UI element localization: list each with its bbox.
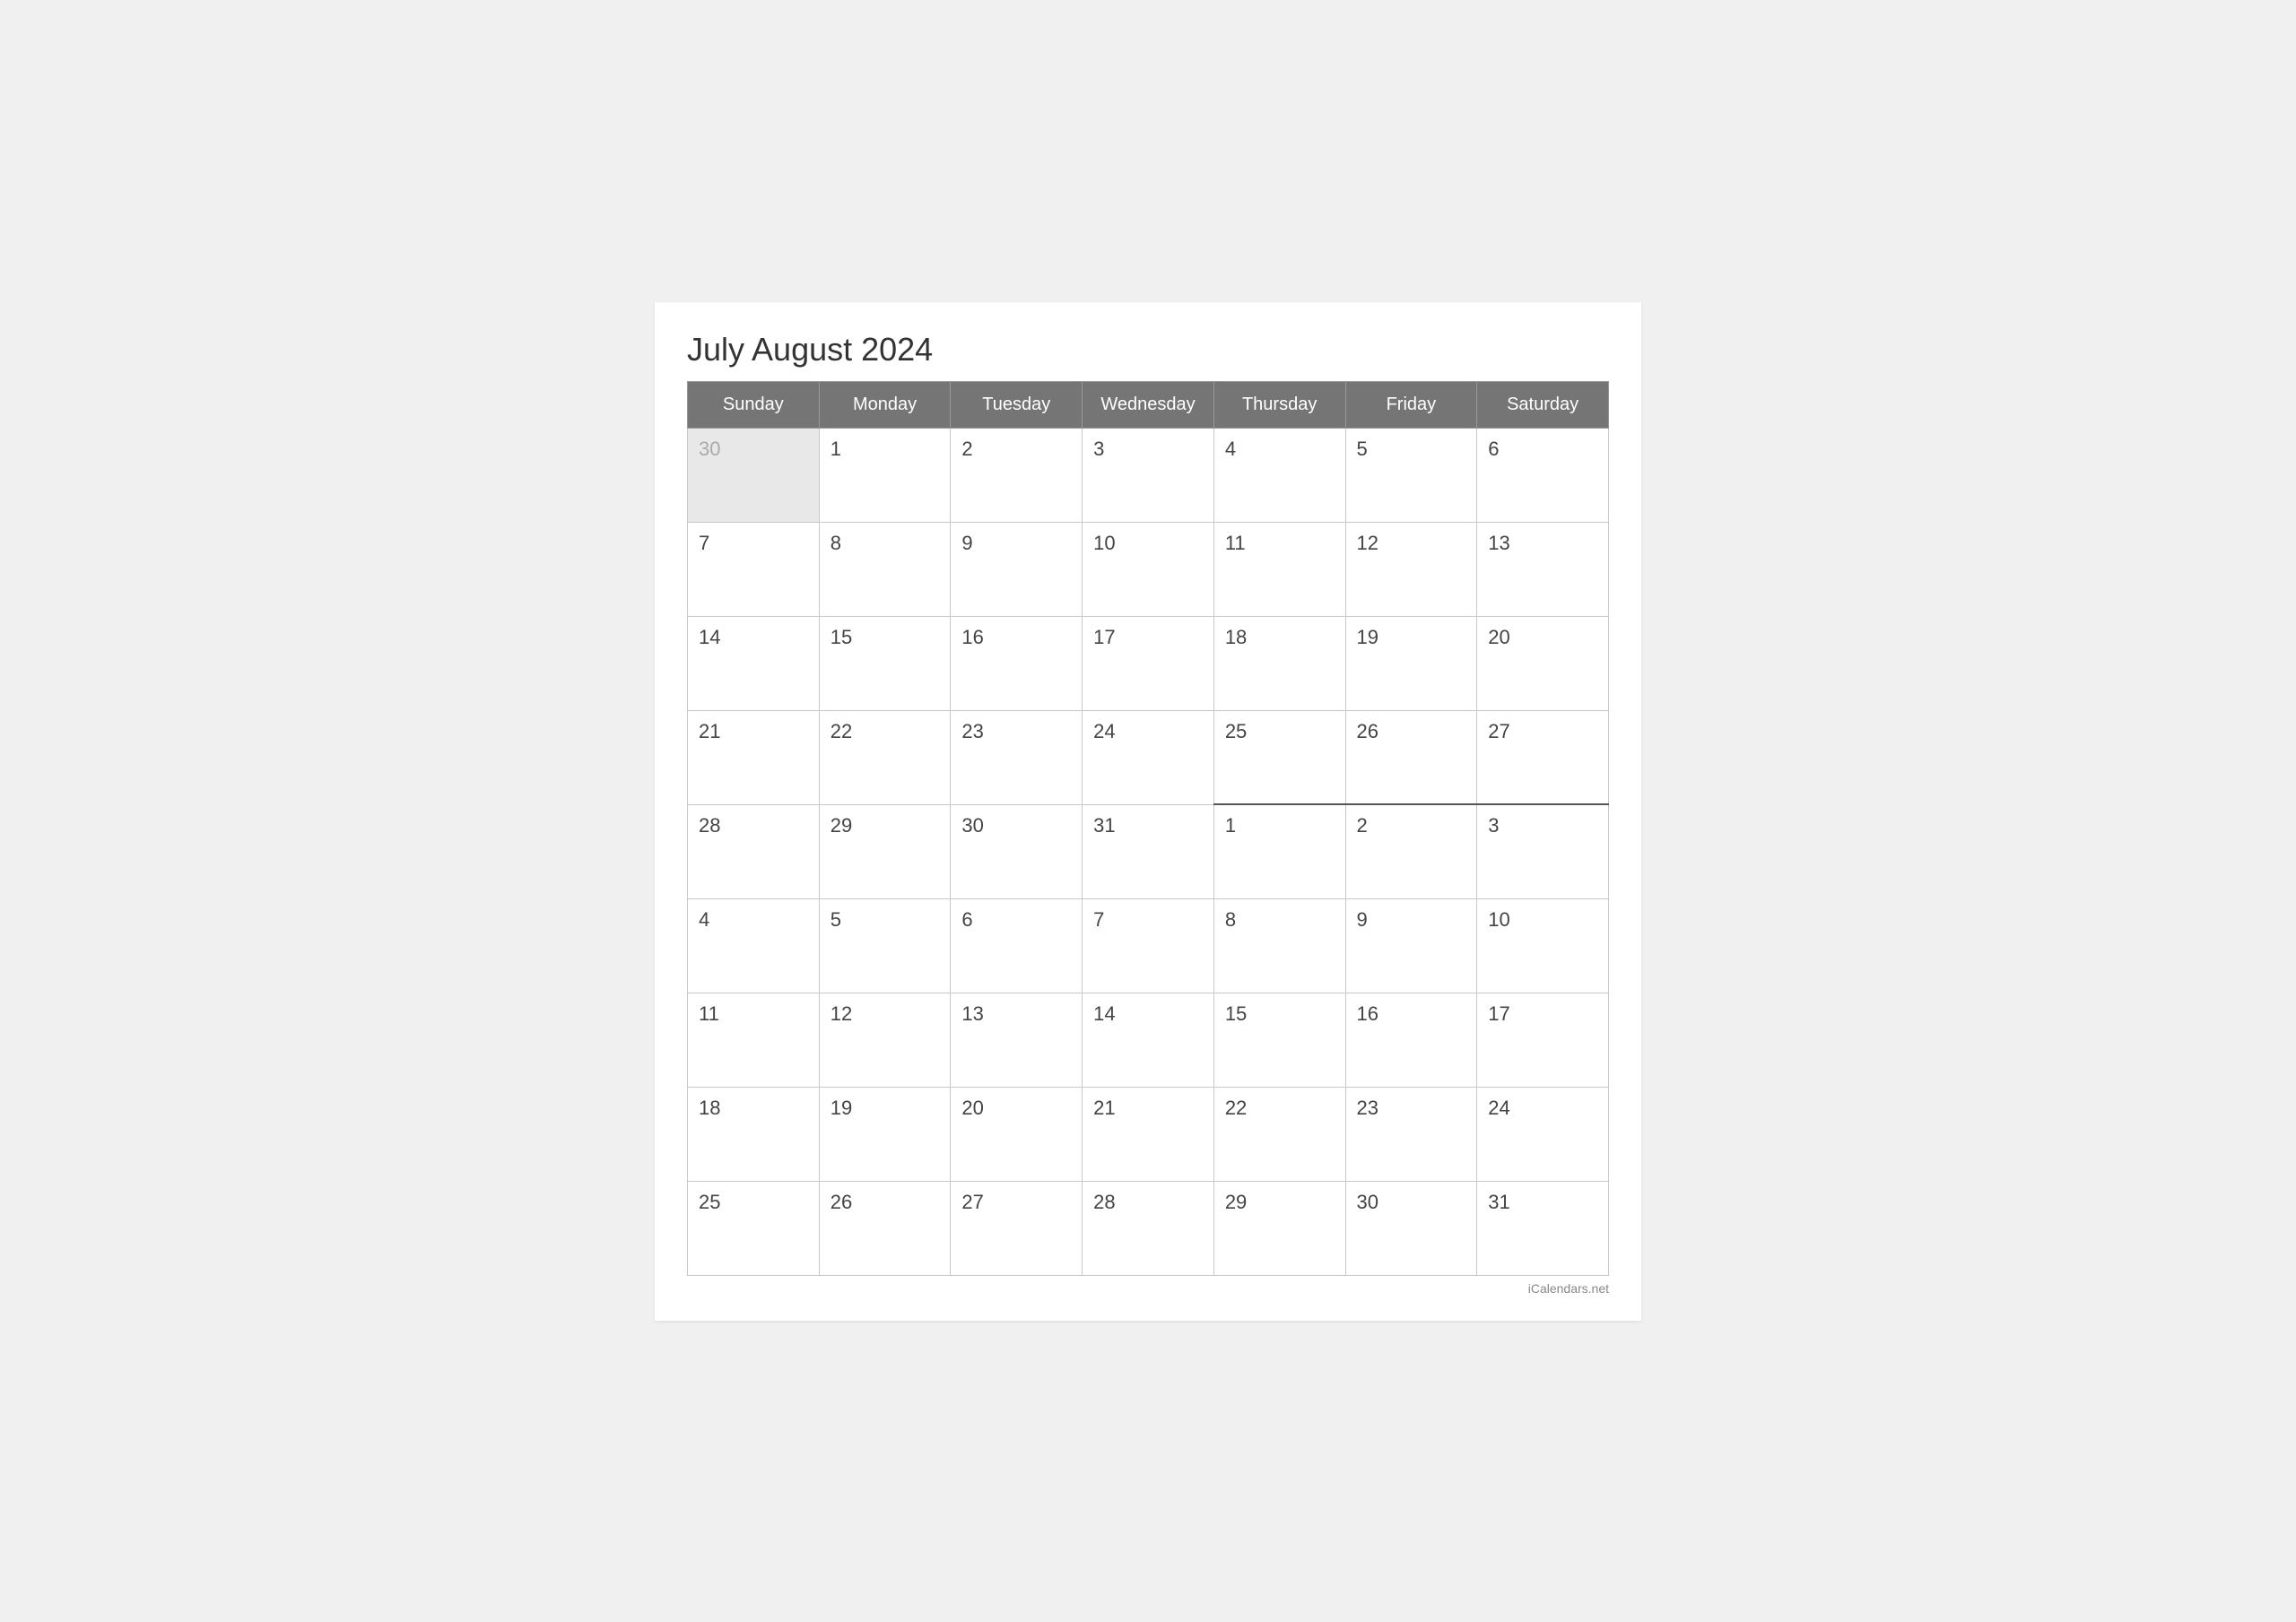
header-cell-friday: Friday: [1345, 381, 1477, 428]
header-cell-sunday: Sunday: [688, 381, 820, 428]
calendar-cell[interactable]: 4: [1213, 428, 1345, 522]
calendar-cell[interactable]: 19: [819, 1087, 951, 1181]
calendar-cell[interactable]: 9: [951, 522, 1083, 616]
calendar-cell[interactable]: 11: [1213, 522, 1345, 616]
calendar-cell[interactable]: 9: [1345, 898, 1477, 993]
calendar-cell[interactable]: 30: [951, 804, 1083, 898]
calendar-cell[interactable]: 25: [1213, 710, 1345, 804]
calendar-cell[interactable]: 4: [688, 898, 820, 993]
calendar-cell[interactable]: 18: [688, 1087, 820, 1181]
calendar-cell[interactable]: 21: [1083, 1087, 1214, 1181]
calendar-body: 3012345678910111213141516171819202122232…: [688, 428, 1609, 1275]
header-cell-saturday: Saturday: [1477, 381, 1609, 428]
calendar-cell[interactable]: 6: [951, 898, 1083, 993]
calendar-cell[interactable]: 26: [1345, 710, 1477, 804]
calendar-cell[interactable]: 17: [1477, 993, 1609, 1087]
calendar-cell[interactable]: 11: [688, 993, 820, 1087]
calendar-cell[interactable]: 13: [1477, 522, 1609, 616]
calendar-cell[interactable]: 8: [819, 522, 951, 616]
calendar-header: SundayMondayTuesdayWednesdayThursdayFrid…: [688, 381, 1609, 428]
footer-text: iCalendars.net: [687, 1281, 1609, 1296]
calendar-cell[interactable]: 10: [1477, 898, 1609, 993]
calendar-cell[interactable]: 3: [1477, 804, 1609, 898]
calendar-cell[interactable]: 14: [1083, 993, 1214, 1087]
calendar-cell[interactable]: 2: [1345, 804, 1477, 898]
week-row-5: 45678910: [688, 898, 1609, 993]
calendar-cell[interactable]: 29: [1213, 1181, 1345, 1275]
calendar-cell[interactable]: 7: [1083, 898, 1214, 993]
calendar-cell[interactable]: 1: [1213, 804, 1345, 898]
calendar-cell[interactable]: 23: [951, 710, 1083, 804]
calendar-cell[interactable]: 20: [1477, 616, 1609, 710]
calendar-cell[interactable]: 28: [688, 804, 820, 898]
header-row: SundayMondayTuesdayWednesdayThursdayFrid…: [688, 381, 1609, 428]
header-cell-tuesday: Tuesday: [951, 381, 1083, 428]
calendar-cell[interactable]: 27: [951, 1181, 1083, 1275]
calendar-cell[interactable]: 7: [688, 522, 820, 616]
calendar-cell[interactable]: 12: [1345, 522, 1477, 616]
week-row-2: 14151617181920: [688, 616, 1609, 710]
calendar-cell[interactable]: 15: [1213, 993, 1345, 1087]
week-row-8: 25262728293031: [688, 1181, 1609, 1275]
calendar-cell[interactable]: 23: [1345, 1087, 1477, 1181]
calendar-cell[interactable]: 30: [688, 428, 820, 522]
calendar-cell[interactable]: 5: [1345, 428, 1477, 522]
calendar-cell[interactable]: 24: [1083, 710, 1214, 804]
calendar-cell[interactable]: 21: [688, 710, 820, 804]
calendar-cell[interactable]: 5: [819, 898, 951, 993]
calendar-cell[interactable]: 8: [1213, 898, 1345, 993]
calendar-table: SundayMondayTuesdayWednesdayThursdayFrid…: [687, 381, 1609, 1276]
calendar-cell[interactable]: 31: [1477, 1181, 1609, 1275]
calendar-cell[interactable]: 25: [688, 1181, 820, 1275]
calendar-cell[interactable]: 26: [819, 1181, 951, 1275]
calendar-cell[interactable]: 17: [1083, 616, 1214, 710]
calendar-cell[interactable]: 14: [688, 616, 820, 710]
calendar-cell[interactable]: 20: [951, 1087, 1083, 1181]
calendar-cell[interactable]: 3: [1083, 428, 1214, 522]
week-row-7: 18192021222324: [688, 1087, 1609, 1181]
calendar-cell[interactable]: 16: [1345, 993, 1477, 1087]
calendar-cell[interactable]: 2: [951, 428, 1083, 522]
calendar-cell[interactable]: 15: [819, 616, 951, 710]
header-cell-monday: Monday: [819, 381, 951, 428]
week-row-3: 21222324252627: [688, 710, 1609, 804]
calendar-cell[interactable]: 13: [951, 993, 1083, 1087]
week-row-4: 28293031123: [688, 804, 1609, 898]
calendar-cell[interactable]: 22: [1213, 1087, 1345, 1181]
header-cell-wednesday: Wednesday: [1083, 381, 1214, 428]
calendar-cell[interactable]: 27: [1477, 710, 1609, 804]
calendar-cell[interactable]: 28: [1083, 1181, 1214, 1275]
calendar-cell[interactable]: 29: [819, 804, 951, 898]
week-row-1: 78910111213: [688, 522, 1609, 616]
calendar-cell[interactable]: 31: [1083, 804, 1214, 898]
calendar-cell[interactable]: 12: [819, 993, 951, 1087]
calendar-cell[interactable]: 1: [819, 428, 951, 522]
calendar-cell[interactable]: 10: [1083, 522, 1214, 616]
calendar-title: July August 2024: [687, 331, 1609, 369]
calendar-cell[interactable]: 6: [1477, 428, 1609, 522]
calendar-cell[interactable]: 30: [1345, 1181, 1477, 1275]
calendar-cell[interactable]: 16: [951, 616, 1083, 710]
calendar-cell[interactable]: 18: [1213, 616, 1345, 710]
calendar-cell[interactable]: 19: [1345, 616, 1477, 710]
calendar-container: July August 2024 SundayMondayTuesdayWedn…: [655, 302, 1641, 1321]
header-cell-thursday: Thursday: [1213, 381, 1345, 428]
calendar-cell[interactable]: 22: [819, 710, 951, 804]
week-row-0: 30123456: [688, 428, 1609, 522]
week-row-6: 11121314151617: [688, 993, 1609, 1087]
calendar-cell[interactable]: 24: [1477, 1087, 1609, 1181]
